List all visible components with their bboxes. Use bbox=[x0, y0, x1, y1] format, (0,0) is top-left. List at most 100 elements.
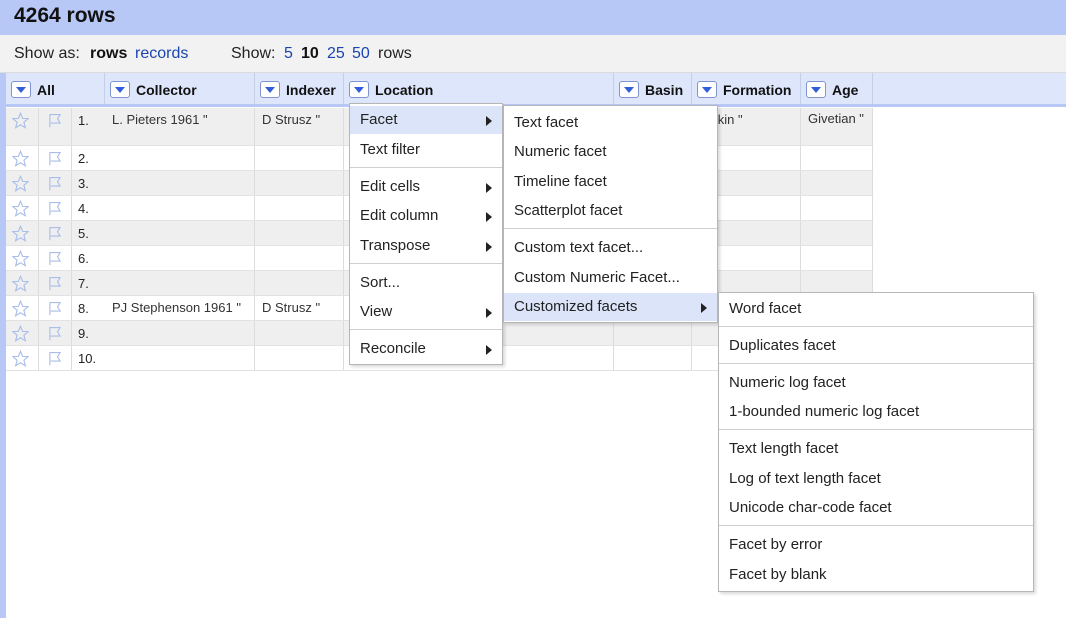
chevron-down-icon[interactable] bbox=[349, 81, 369, 98]
chevron-down-icon[interactable] bbox=[619, 81, 639, 98]
star-icon[interactable] bbox=[11, 299, 30, 317]
star-icon[interactable] bbox=[11, 174, 30, 192]
star-icon[interactable] bbox=[11, 249, 30, 267]
menu-item-scatterplot-facet[interactable]: Scatterplot facet bbox=[504, 197, 717, 225]
star-icon[interactable] bbox=[11, 349, 30, 367]
cell-collector[interactable] bbox=[105, 196, 255, 220]
flag-icon[interactable] bbox=[46, 150, 64, 167]
menu-item-facet[interactable]: Facet bbox=[350, 106, 502, 134]
cell-collector[interactable] bbox=[105, 246, 255, 270]
star-icon[interactable] bbox=[11, 149, 30, 167]
flag-icon[interactable] bbox=[46, 300, 64, 317]
facet-submenu: Text facet Numeric facet Timeline facet … bbox=[503, 105, 718, 323]
flag-icon[interactable] bbox=[46, 275, 64, 292]
menu-item-unicode-facet[interactable]: Unicode char-code facet bbox=[719, 494, 1033, 522]
cell-indexer[interactable]: D Strusz " bbox=[255, 108, 344, 145]
cell-collector[interactable]: L. Pieters 1961 " bbox=[105, 108, 255, 145]
cell-age[interactable] bbox=[801, 171, 873, 195]
cell-collector[interactable] bbox=[105, 146, 255, 170]
chevron-down-icon[interactable] bbox=[11, 81, 31, 98]
cell-collector[interactable] bbox=[105, 271, 255, 295]
cell-indexer[interactable]: D Strusz " bbox=[255, 296, 344, 320]
menu-item-word-facet[interactable]: Word facet bbox=[719, 295, 1033, 323]
show-as-records[interactable]: records bbox=[135, 45, 188, 63]
cell-age[interactable] bbox=[801, 246, 873, 270]
star-icon[interactable] bbox=[11, 111, 30, 129]
column-header-all: All bbox=[6, 73, 105, 104]
menu-item-numeric-log-facet[interactable]: Numeric log facet bbox=[719, 369, 1033, 397]
row-number: 3. bbox=[78, 176, 89, 191]
menu-item-label: Transpose bbox=[360, 237, 431, 254]
chevron-down-icon[interactable] bbox=[260, 81, 280, 98]
column-name: Indexer bbox=[286, 82, 336, 98]
page-size-25[interactable]: 25 bbox=[327, 45, 345, 63]
chevron-down-icon[interactable] bbox=[806, 81, 826, 98]
menu-item-log-text-length-facet[interactable]: Log of text length facet bbox=[719, 465, 1033, 493]
cell-collector[interactable] bbox=[105, 171, 255, 195]
menu-item-edit-cells[interactable]: Edit cells bbox=[350, 173, 502, 201]
cell-age[interactable]: Givetian " bbox=[801, 108, 873, 145]
chevron-right-icon bbox=[486, 212, 492, 222]
menu-item-facet-by-error[interactable]: Facet by error bbox=[719, 531, 1033, 559]
menu-item-custom-text-facet[interactable]: Custom text facet... bbox=[504, 234, 717, 262]
cell-indexer[interactable] bbox=[255, 171, 344, 195]
page-size-10[interactable]: 10 bbox=[301, 45, 319, 63]
chevron-down-icon[interactable] bbox=[110, 81, 130, 98]
flag-icon[interactable] bbox=[46, 350, 64, 367]
cell-indexer[interactable] bbox=[255, 346, 344, 370]
star-icon[interactable] bbox=[11, 199, 30, 217]
cell-age[interactable] bbox=[801, 196, 873, 220]
menu-item-bounded-log-facet[interactable]: 1-bounded numeric log facet bbox=[719, 398, 1033, 426]
cell-indexer[interactable] bbox=[255, 221, 344, 245]
menu-item-label: Word facet bbox=[729, 300, 802, 317]
show-as-rows[interactable]: rows bbox=[90, 45, 127, 63]
menu-item-label: Scatterplot facet bbox=[514, 202, 623, 219]
menu-item-text-filter[interactable]: Text filter bbox=[350, 136, 502, 164]
chevron-down-icon[interactable] bbox=[697, 81, 717, 98]
cell-age[interactable] bbox=[801, 146, 873, 170]
page-size-5[interactable]: 5 bbox=[284, 45, 293, 63]
menu-item-facet-by-blank[interactable]: Facet by blank bbox=[719, 561, 1033, 589]
menu-item-sort[interactable]: Sort... bbox=[350, 269, 502, 297]
column-header-formation: Formation bbox=[692, 73, 801, 104]
cell-basin[interactable] bbox=[614, 346, 692, 370]
menu-item-customized-facets[interactable]: Customized facets bbox=[504, 293, 717, 321]
menu-item-text-length-facet[interactable]: Text length facet bbox=[719, 435, 1033, 463]
menu-item-duplicates-facet[interactable]: Duplicates facet bbox=[719, 332, 1033, 360]
star-icon[interactable] bbox=[11, 224, 30, 242]
menu-item-numeric-facet[interactable]: Numeric facet bbox=[504, 138, 717, 166]
flag-icon[interactable] bbox=[46, 112, 64, 129]
flag-icon[interactable] bbox=[46, 200, 64, 217]
star-icon[interactable] bbox=[11, 324, 30, 342]
cell-indexer[interactable] bbox=[255, 271, 344, 295]
cell-indexer[interactable] bbox=[255, 246, 344, 270]
column-name: Age bbox=[832, 82, 859, 98]
menu-item-label: Custom text facet... bbox=[514, 239, 644, 256]
cell-indexer[interactable] bbox=[255, 321, 344, 345]
menu-item-transpose[interactable]: Transpose bbox=[350, 232, 502, 260]
cell-collector[interactable]: PJ Stephenson 1961 " bbox=[105, 296, 255, 320]
star-icon[interactable] bbox=[11, 274, 30, 292]
menu-item-custom-numeric-facet[interactable]: Custom Numeric Facet... bbox=[504, 264, 717, 292]
flag-icon[interactable] bbox=[46, 250, 64, 267]
cell-collector[interactable] bbox=[105, 346, 255, 370]
cell-indexer[interactable] bbox=[255, 146, 344, 170]
cell-indexer[interactable] bbox=[255, 196, 344, 220]
menu-item-view[interactable]: View bbox=[350, 298, 502, 326]
cell-age[interactable] bbox=[801, 221, 873, 245]
menu-item-edit-column[interactable]: Edit column bbox=[350, 202, 502, 230]
page-size-50[interactable]: 50 bbox=[352, 45, 370, 63]
menu-item-label: Reconcile bbox=[360, 340, 426, 357]
cell-basin[interactable] bbox=[614, 321, 692, 345]
menu-item-label: Facet by blank bbox=[729, 566, 827, 583]
flag-icon[interactable] bbox=[46, 225, 64, 242]
chevron-right-icon bbox=[486, 116, 492, 126]
cell-collector[interactable] bbox=[105, 221, 255, 245]
column-name: All bbox=[37, 82, 55, 98]
menu-item-text-facet[interactable]: Text facet bbox=[504, 109, 717, 137]
flag-icon[interactable] bbox=[46, 175, 64, 192]
cell-collector[interactable] bbox=[105, 321, 255, 345]
menu-item-timeline-facet[interactable]: Timeline facet bbox=[504, 168, 717, 196]
flag-icon[interactable] bbox=[46, 325, 64, 342]
menu-item-reconcile[interactable]: Reconcile bbox=[350, 335, 502, 363]
